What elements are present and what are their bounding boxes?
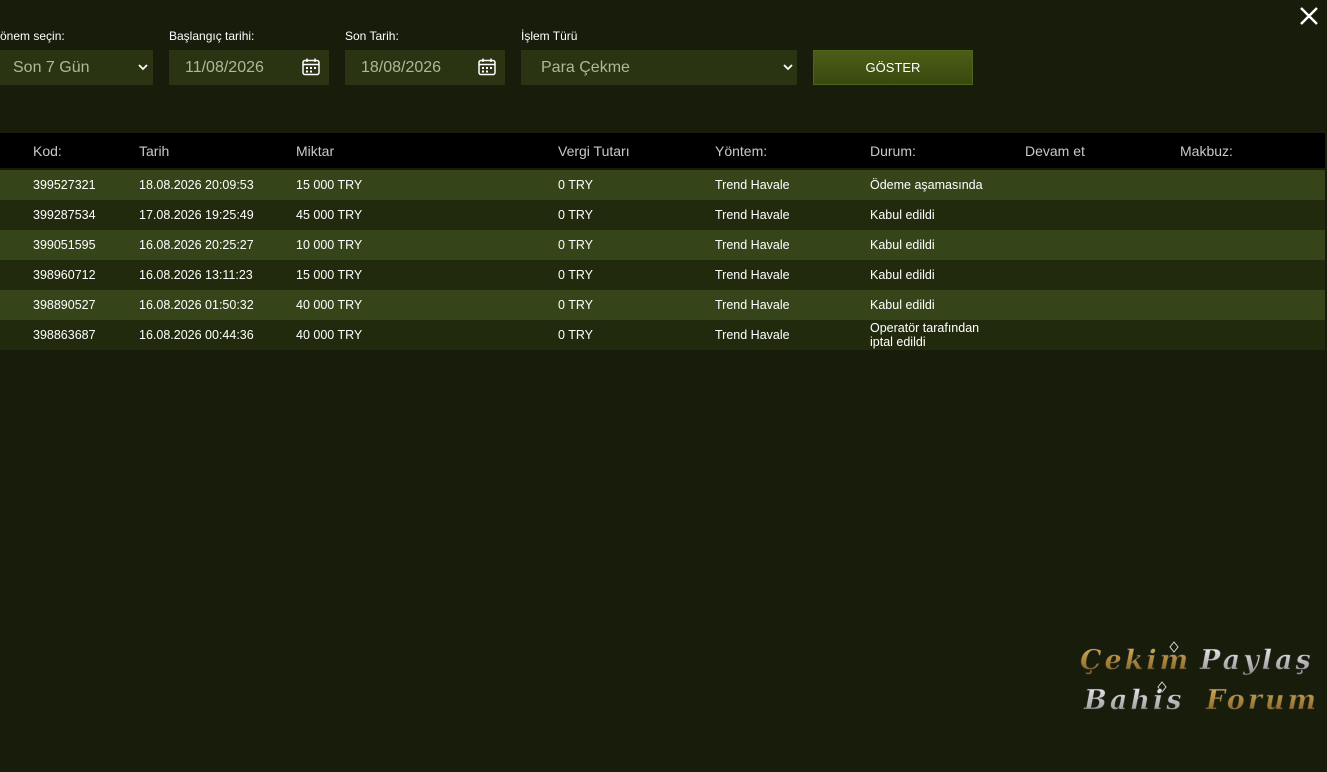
table-row: 399527321 18.08.2026 20:09:53 15 000 TRY… <box>0 170 1325 200</box>
cell-date: 16.08.2026 20:25:27 <box>139 238 254 252</box>
start-date-label: Başlangıç tarihi: <box>169 29 255 43</box>
period-label: önem seçin: <box>0 29 65 43</box>
end-date-value: 18/08/2026 <box>361 59 442 76</box>
header-continue: Devam et <box>1025 143 1085 159</box>
close-icon[interactable] <box>1298 5 1320 27</box>
transaction-type-label: İşlem Türü <box>521 29 578 43</box>
table-row: 398890527 16.08.2026 01:50:32 40 000 TRY… <box>0 290 1325 320</box>
cell-code: 399051595 <box>33 238 96 252</box>
cell-tax: 0 TRY <box>558 208 593 222</box>
cell-code: 398960712 <box>33 268 96 282</box>
cell-tax: 0 TRY <box>558 238 593 252</box>
cell-status: Kabul edildi <box>870 268 935 282</box>
period-value: Son 7 Gün <box>13 59 90 76</box>
transaction-type-select[interactable]: Para Çekme <box>521 50 797 85</box>
transaction-type-value: Para Çekme <box>541 59 630 76</box>
end-date-label: Son Tarih: <box>345 29 399 43</box>
header-receipt: Makbuz: <box>1180 143 1233 159</box>
cell-date: 16.08.2026 01:50:32 <box>139 298 254 312</box>
cell-status: Kabul edildi <box>870 208 935 222</box>
end-date-field[interactable]: 18/08/2026 <box>345 50 505 85</box>
header-amount: Miktar <box>296 143 335 159</box>
cell-code: 398863687 <box>33 328 96 342</box>
forum-watermark-logo: Çekim Paylaş Bahis Forum <box>1080 641 1319 716</box>
cell-code: 399527321 <box>33 178 96 192</box>
header-tax: Vergi Tutarı <box>558 143 630 159</box>
svg-text:Bahis: Bahis <box>1083 685 1184 716</box>
cell-date: 16.08.2026 13:11:23 <box>139 268 253 282</box>
header-date: Tarih <box>139 143 170 159</box>
chevron-down-icon <box>783 64 793 71</box>
cell-status: Ödeme aşamasında <box>870 178 983 192</box>
show-button[interactable]: GÖSTER <box>813 50 973 85</box>
cell-method: Trend Havale <box>715 298 790 312</box>
table-row: 399051595 16.08.2026 20:25:27 10 000 TRY… <box>0 230 1325 260</box>
svg-text:Paylaş: Paylaş <box>1199 645 1314 676</box>
header-method: Yöntem: <box>715 143 768 159</box>
cell-status: Kabul edildi <box>870 238 935 252</box>
svg-text:Çekim: Çekim <box>1080 645 1191 676</box>
cell-method: Trend Havale <box>715 268 790 282</box>
cell-amount: 10 000 TRY <box>296 238 363 252</box>
header-status: Durum: <box>870 143 916 159</box>
cell-method: Trend Havale <box>715 328 790 342</box>
cell-date: 17.08.2026 19:25:49 <box>139 208 254 222</box>
cell-method: Trend Havale <box>715 208 790 222</box>
cell-amount: 40 000 TRY <box>296 328 363 342</box>
cell-amount: 45 000 TRY <box>296 208 363 222</box>
svg-text:Forum: Forum <box>1205 685 1319 716</box>
table-row: 399287534 17.08.2026 19:25:49 45 000 TRY… <box>0 200 1325 230</box>
cell-code: 399287534 <box>33 208 96 222</box>
cell-tax: 0 TRY <box>558 298 593 312</box>
cell-status: Operatör tarafından iptal edildi <box>870 321 980 349</box>
cell-amount: 15 000 TRY <box>296 178 363 192</box>
start-date-field[interactable]: 11/08/2026 <box>169 50 329 85</box>
calendar-icon[interactable] <box>301 57 321 77</box>
cell-tax: 0 TRY <box>558 268 593 282</box>
cell-method: Trend Havale <box>715 178 790 192</box>
cell-amount: 15 000 TRY <box>296 268 363 282</box>
cell-tax: 0 TRY <box>558 178 593 192</box>
chevron-down-icon <box>138 64 148 71</box>
header-code: Kod: <box>33 143 62 159</box>
transaction-history-page: önem seçin: Son 7 Gün Başlangıç tarihi: … <box>0 0 1327 772</box>
cell-date: 16.08.2026 00:44:36 <box>139 328 254 342</box>
filter-bar: önem seçin: Son 7 Gün Başlangıç tarihi: … <box>0 0 1000 100</box>
cell-method: Trend Havale <box>715 238 790 252</box>
cell-tax: 0 TRY <box>558 328 593 342</box>
table-header: Kod: Tarih Miktar Vergi Tutarı Yöntem: D… <box>0 133 1325 168</box>
cell-amount: 40 000 TRY <box>296 298 363 312</box>
cell-status: Kabul edildi <box>870 298 935 312</box>
table-row: 398960712 16.08.2026 13:11:23 15 000 TRY… <box>0 260 1325 290</box>
cell-date: 18.08.2026 20:09:53 <box>139 178 254 192</box>
transactions-table: Kod: Tarih Miktar Vergi Tutarı Yöntem: D… <box>0 133 1325 350</box>
calendar-icon[interactable] <box>477 57 497 77</box>
cell-code: 398890527 <box>33 298 96 312</box>
period-select[interactable]: Son 7 Gün <box>0 50 153 85</box>
table-row: 398863687 16.08.2026 00:44:36 40 000 TRY… <box>0 320 1325 350</box>
start-date-value: 11/08/2026 <box>185 59 264 76</box>
